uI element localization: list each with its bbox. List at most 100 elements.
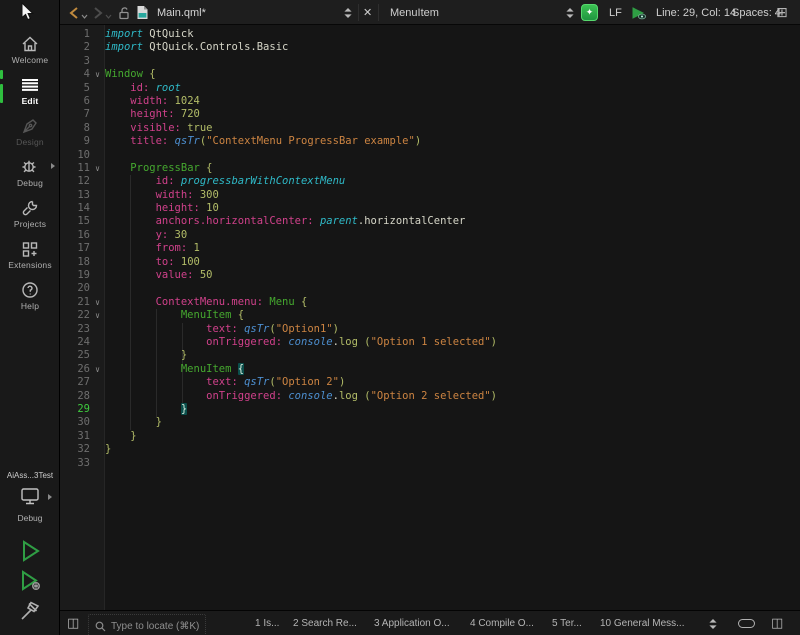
output-pane-spinner[interactable] (708, 611, 718, 635)
design-pen-icon (20, 115, 40, 136)
code-text: width: 1024 (105, 95, 800, 108)
code-line[interactable]: 29 } (60, 403, 800, 416)
open-document-dropdown[interactable]: Main.qml* (157, 0, 206, 25)
output-pane-application-output[interactable]: 3 Application O... (374, 611, 450, 635)
code-line[interactable]: 5 id: root (60, 82, 800, 95)
ai-assistant-button[interactable]: ✦ (581, 0, 598, 25)
code-line[interactable]: 17 from: 1 (60, 242, 800, 255)
sidebar-item-extensions[interactable]: Extensions (0, 235, 60, 276)
indentation-indicator[interactable]: Spaces: 4 (732, 0, 781, 25)
code-line[interactable]: 21∨ ContextMenu.menu: Menu { (60, 296, 800, 309)
back-button[interactable] (68, 0, 88, 25)
annotation-flag-icon[interactable] (630, 0, 648, 25)
code-line[interactable]: 10 (60, 149, 800, 162)
close-document-button[interactable]: ✕ (363, 0, 372, 25)
output-pane-issues[interactable]: 1 Is... (255, 611, 279, 635)
output-pane-general-messages[interactable]: 10 General Mess... (600, 611, 684, 635)
output-pane-compile-output[interactable]: 4 Compile O... (470, 611, 534, 635)
code-line[interactable]: 1import QtQuick (60, 28, 800, 41)
line-number: 21 (60, 296, 90, 309)
forward-button[interactable] (92, 0, 112, 25)
fold-column (90, 28, 105, 41)
code-line[interactable]: 20 (60, 282, 800, 295)
code-line[interactable]: 33 (60, 457, 800, 470)
run-button[interactable] (0, 538, 60, 564)
code-line[interactable]: 7 height: 720 (60, 108, 800, 121)
code-line[interactable]: 11∨ ProgressBar { (60, 162, 800, 175)
line-number: 4 (60, 68, 90, 81)
output-pane-terminal[interactable]: 5 Ter... (552, 611, 582, 635)
locator-input[interactable]: Type to locate (⌘K) (88, 614, 206, 635)
code-line[interactable]: 18 to: 100 (60, 256, 800, 269)
code-line[interactable]: 16 y: 30 (60, 229, 800, 242)
toolbar-separator (358, 4, 359, 21)
code-line[interactable]: 19 value: 50 (60, 269, 800, 282)
build-button[interactable] (0, 598, 60, 624)
code-line[interactable]: 26∨ MenuItem { (60, 363, 800, 376)
search-icon (95, 621, 106, 632)
fold-marker-icon[interactable]: ∨ (90, 68, 105, 81)
progress-details-button[interactable] (738, 611, 755, 635)
fold-column (90, 189, 105, 202)
code-line[interactable]: 8 visible: true (60, 122, 800, 135)
extensions-icon (20, 238, 40, 259)
symbol-dropdown[interactable]: MenuItem (390, 0, 439, 25)
panel-right-icon: ◫ (771, 616, 783, 631)
code-line[interactable]: 14 height: 10 (60, 202, 800, 215)
code-text: from: 1 (105, 242, 800, 255)
fold-column (90, 41, 105, 54)
kit-flyout-arrow[interactable] (48, 494, 52, 500)
unlock-icon[interactable] (117, 0, 131, 25)
sidebar-item-welcome[interactable]: Welcome (0, 30, 60, 71)
fold-column (90, 269, 105, 282)
code-line[interactable]: 3 (60, 55, 800, 68)
sidebar-item-projects[interactable]: Projects (0, 194, 60, 235)
code-area[interactable]: 1import QtQuick2import QtQuick.Controls.… (60, 28, 800, 470)
sidebar-item-edit[interactable]: Edit (0, 71, 60, 112)
fold-column (90, 82, 105, 95)
code-line[interactable]: 27 text: qsTr("Option 2") (60, 376, 800, 389)
code-line[interactable]: 9 title: qsTr("ContextMenu ProgressBar e… (60, 135, 800, 148)
output-pane-search-results[interactable]: 2 Search Re... (293, 611, 357, 635)
symbol-dropdown-spinner[interactable] (565, 0, 575, 25)
debug-flyout-arrow[interactable] (51, 163, 55, 169)
code-line[interactable]: 31 } (60, 430, 800, 443)
debug-run-button[interactable] (0, 568, 60, 594)
code-line[interactable]: 24 onTriggered: console.log ("Option 1 s… (60, 336, 800, 349)
fold-marker-icon[interactable]: ∨ (90, 363, 105, 376)
code-line[interactable]: 12 id: progressbarWithContextMenu (60, 175, 800, 188)
fold-marker-icon[interactable]: ∨ (90, 309, 105, 322)
code-text: onTriggered: console.log ("Option 1 sele… (105, 336, 800, 349)
fold-marker-icon[interactable]: ∨ (90, 296, 105, 309)
code-text: Window { (105, 68, 800, 81)
fold-marker-icon[interactable]: ∨ (90, 162, 105, 175)
code-line[interactable]: 30 } (60, 416, 800, 429)
code-line[interactable]: 6 width: 1024 (60, 95, 800, 108)
code-line[interactable]: 32} (60, 443, 800, 456)
split-editor-button[interactable]: ⊞ (776, 0, 788, 25)
line-ending-indicator[interactable]: LF (609, 0, 622, 25)
code-line[interactable]: 15 anchors.horizontalCenter: parent.hori… (60, 215, 800, 228)
sidebar-item-design: Design (0, 112, 60, 153)
code-text (105, 457, 800, 470)
code-line[interactable]: 4∨Window { (60, 68, 800, 81)
kit-selector-button[interactable]: Debug (0, 486, 60, 523)
line-number: 7 (60, 108, 90, 121)
code-line[interactable]: 13 width: 300 (60, 189, 800, 202)
code-line[interactable]: 23 text: qsTr("Option1") (60, 323, 800, 336)
code-text: } (105, 443, 800, 456)
code-line[interactable]: 2import QtQuick.Controls.Basic (60, 41, 800, 54)
code-line[interactable]: 25 } (60, 349, 800, 362)
sidebar-item-debug[interactable]: Debug (0, 153, 60, 194)
code-line[interactable]: 28 onTriggered: console.log ("Option 2 s… (60, 390, 800, 403)
output-panel-toggle-button[interactable]: ◫ (771, 611, 783, 635)
line-number: 24 (60, 336, 90, 349)
code-text: ContextMenu.menu: Menu { (105, 296, 800, 309)
code-line[interactable]: 22∨ MenuItem { (60, 309, 800, 322)
sidebar-toggle-button[interactable]: ◫ (67, 611, 79, 635)
document-dropdown-spinner[interactable] (343, 0, 353, 25)
sidebar-item-help[interactable]: Help (0, 276, 60, 317)
fold-column (90, 202, 105, 215)
code-editor[interactable]: 1import QtQuick2import QtQuick.Controls.… (60, 25, 800, 610)
fold-column (90, 256, 105, 269)
